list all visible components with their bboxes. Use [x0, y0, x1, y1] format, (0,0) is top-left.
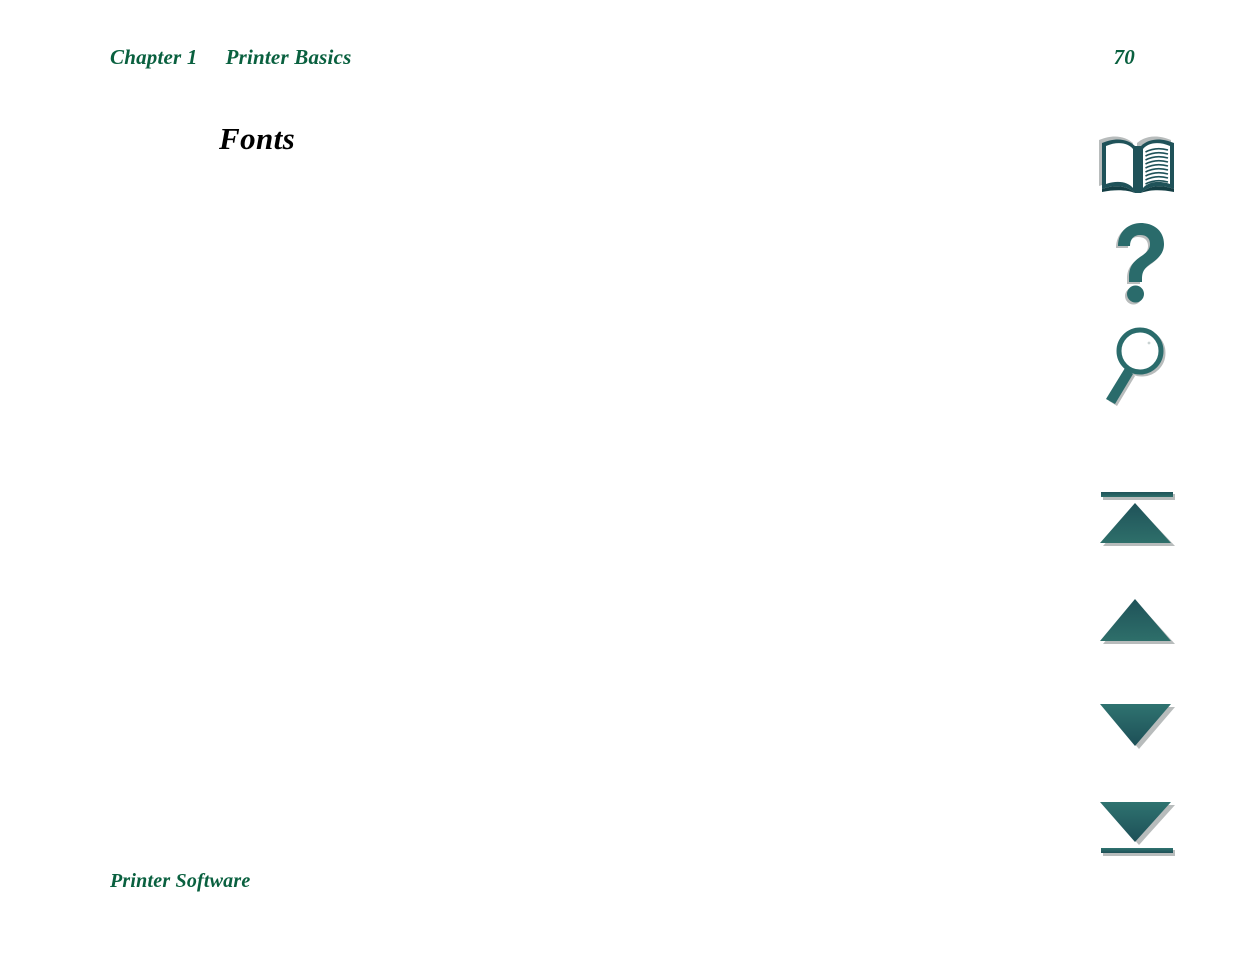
nav-button-first-page[interactable] [1085, 488, 1190, 550]
footer-link-printer-software[interactable]: Printer Software [110, 870, 250, 893]
nav-button-search[interactable] [1085, 325, 1190, 415]
header-left-group: Chapter 1 Printer Basics [110, 45, 351, 70]
triangle-down-with-bar-icon [1100, 802, 1175, 856]
chapter-label: Chapter 1 [110, 45, 198, 69]
triangle-up-icon [1100, 599, 1175, 644]
nav-button-last-page[interactable] [1085, 798, 1190, 860]
navigation-rail [1085, 120, 1190, 860]
question-mark-icon [1116, 223, 1164, 305]
nav-button-help[interactable] [1085, 220, 1190, 312]
page-title: Fonts [219, 120, 296, 156]
page-number: 70 [1113, 45, 1135, 69]
nav-button-previous-page[interactable] [1085, 593, 1190, 651]
magnifying-glass-icon [1106, 327, 1166, 406]
triangle-up-with-bar-icon [1100, 492, 1175, 546]
nav-button-next-page[interactable] [1085, 698, 1190, 756]
document-page: Chapter 1 Printer Basics 70 Fonts Printe… [0, 0, 1235, 954]
triangle-down-icon [1100, 704, 1175, 749]
open-book-icon [1099, 136, 1174, 193]
body-content-area [110, 155, 1010, 845]
nav-button-contents[interactable] [1085, 128, 1190, 200]
page-header: Chapter 1 Printer Basics 70 [110, 45, 1135, 79]
chapter-title: Printer Basics [225, 45, 352, 69]
